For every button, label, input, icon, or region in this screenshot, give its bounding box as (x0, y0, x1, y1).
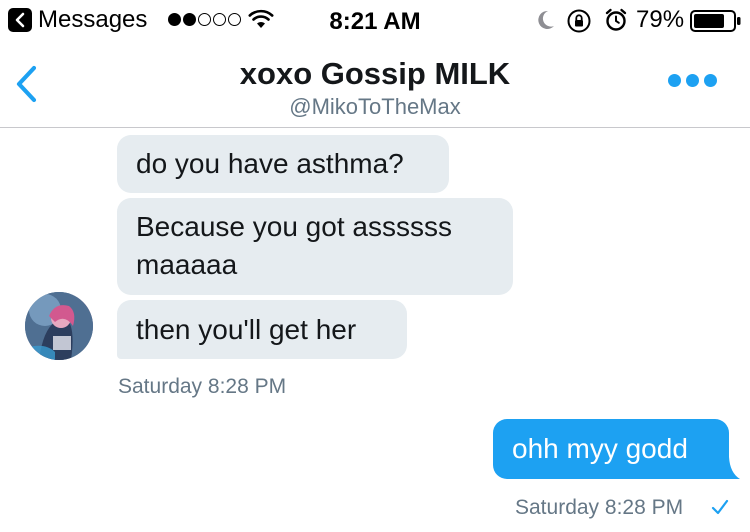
more-dot-icon (668, 74, 681, 87)
more-dot-icon (686, 74, 699, 87)
conversation-header: xoxo Gossip MILK @MikoToTheMax (0, 40, 750, 128)
battery-percentage: 79% (636, 6, 685, 33)
more-dot-icon (704, 74, 717, 87)
message-timestamp: Saturday 8:28 PM (118, 375, 287, 398)
received-message[interactable]: then you'll get her (117, 300, 407, 359)
moon-icon (538, 10, 554, 29)
bubble-tail-icon (724, 457, 740, 479)
received-message[interactable]: Because you got assssss maaaaa (117, 198, 513, 295)
status-bar: Messages 8:21 AM 79% (0, 0, 750, 40)
avatar-image (25, 292, 93, 360)
battery-icon (690, 10, 741, 32)
conversation-handle[interactable]: @MikoToTheMax (0, 94, 750, 120)
received-message[interactable]: do you have asthma? (117, 135, 449, 193)
more-options-button[interactable] (668, 74, 717, 87)
alarm-icon (605, 8, 627, 31)
sent-message[interactable]: ohh myy godd (493, 419, 729, 479)
conversation-title[interactable]: xoxo Gossip MILK (0, 56, 750, 92)
avatar[interactable] (25, 292, 93, 360)
message-timestamp: Saturday 8:28 PM (515, 496, 684, 519)
rotation-lock-icon (567, 9, 591, 33)
checkmark-icon (711, 499, 729, 515)
